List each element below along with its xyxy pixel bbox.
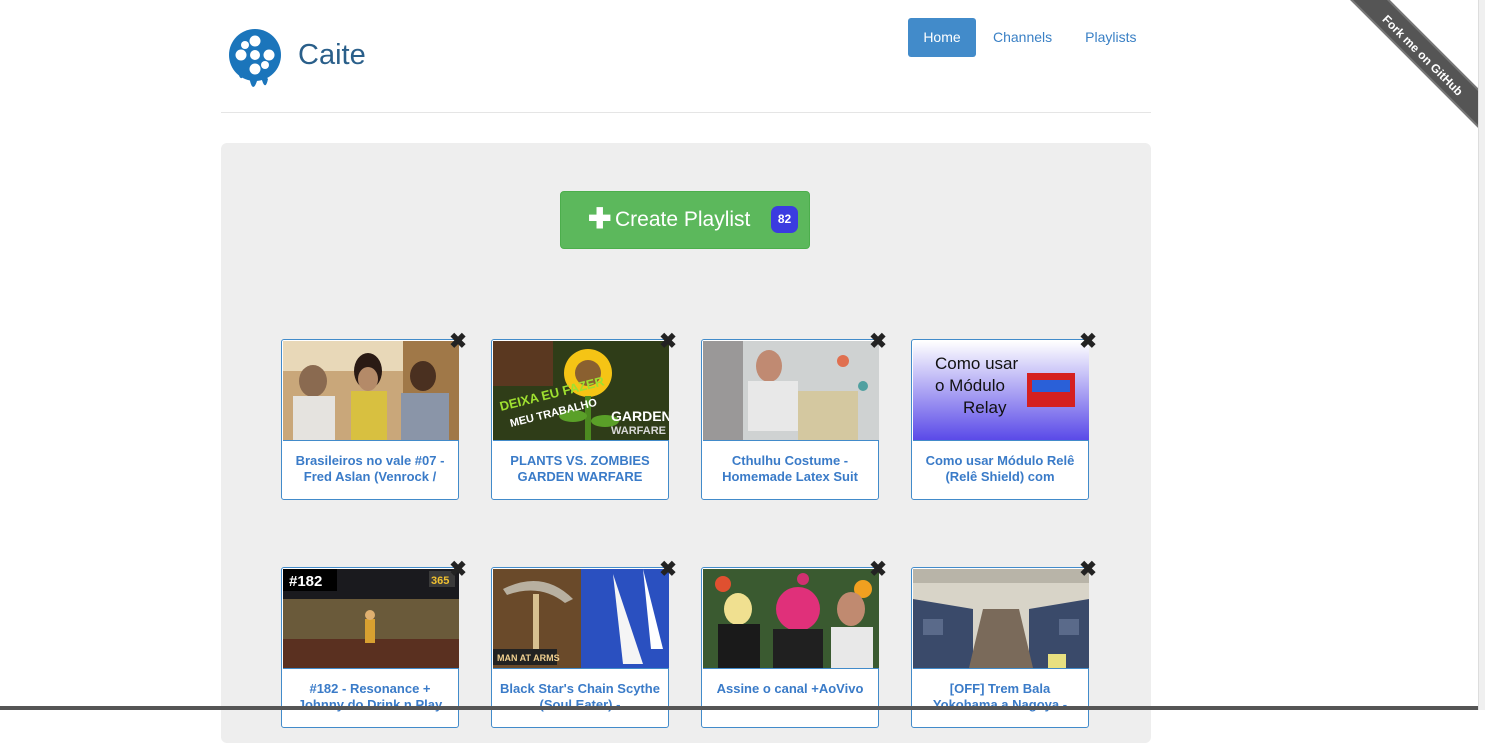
thumb-caption: GARDEN xyxy=(611,408,669,424)
nav-playlists[interactable]: Playlists xyxy=(1085,18,1136,57)
video-thumbnail[interactable] xyxy=(703,341,879,441)
github-ribbon[interactable]: Fork me on GitHub xyxy=(1329,0,1479,150)
film-reel-icon xyxy=(229,29,281,87)
video-card[interactable]: MAN AT ARMS Black Star's Chain Scythe (S… xyxy=(491,567,669,728)
create-playlist-label: Create Playlist xyxy=(615,208,751,231)
video-thumbnail[interactable]: DEIXA EU FAZER MEU TRABALHO GARDEN WARFA… xyxy=(493,341,669,441)
thumb-caption: Relay xyxy=(963,398,1007,417)
thumb-caption: Como usar xyxy=(935,354,1018,373)
window-bottom-edge xyxy=(0,706,1478,710)
main-nav: Home Channels Playlists xyxy=(908,18,1137,57)
video-title[interactable]: Como usar Módulo Relê (Relê Shield) com xyxy=(920,453,1080,485)
remove-video-icon[interactable]: ✖ xyxy=(658,559,678,580)
video-card[interactable]: Assine o canal +AoVivo xyxy=(701,567,879,728)
video-thumbnail[interactable] xyxy=(913,569,1089,669)
thumb-caption: 365 xyxy=(431,575,449,587)
remove-video-icon[interactable]: ✖ xyxy=(448,331,468,352)
video-card[interactable]: Brasileiros no vale #07 - Fred Aslan (Ve… xyxy=(281,339,459,500)
video-thumbnail[interactable]: #182 365 xyxy=(283,569,459,669)
thumb-caption: o Módulo xyxy=(935,376,1005,395)
video-card[interactable]: Cthulhu Costume - Homemade Latex Suit xyxy=(701,339,879,500)
remove-video-icon[interactable]: ✖ xyxy=(1078,559,1098,580)
remove-video-icon[interactable]: ✖ xyxy=(658,331,678,352)
brand-logo[interactable]: Caite xyxy=(228,27,368,93)
vertical-scrollbar[interactable] xyxy=(1478,0,1485,710)
remove-video-icon[interactable]: ✖ xyxy=(868,331,888,352)
video-card[interactable]: [OFF] Trem Bala Yokohama a Nagoya - xyxy=(911,567,1089,728)
remove-video-icon[interactable]: ✖ xyxy=(1078,331,1098,352)
github-ribbon-label[interactable]: Fork me on GitHub xyxy=(1339,0,1479,139)
thumb-caption: MAN AT ARMS xyxy=(497,653,560,663)
plus-icon: ✚ xyxy=(588,203,612,234)
header-divider xyxy=(221,112,1151,113)
video-thumbnail[interactable]: MAN AT ARMS xyxy=(493,569,669,669)
nav-channels[interactable]: Channels xyxy=(993,18,1052,57)
nav-home[interactable]: Home xyxy=(908,18,976,57)
video-title[interactable]: Brasileiros no vale #07 - Fred Aslan (Ve… xyxy=(290,453,450,485)
video-count-badge: 82 xyxy=(771,206,798,233)
video-thumbnail[interactable]: Como usar o Módulo Relay xyxy=(913,341,1089,441)
remove-video-icon[interactable]: ✖ xyxy=(448,559,468,580)
video-thumbnail[interactable] xyxy=(283,341,459,441)
video-card[interactable]: #182 365 #182 - Resonance + Johnny do Dr… xyxy=(281,567,459,728)
thumb-caption: WARFARE xyxy=(611,425,666,437)
video-card[interactable]: DEIXA EU FAZER MEU TRABALHO GARDEN WARFA… xyxy=(491,339,669,500)
brand-name: Caite xyxy=(298,39,366,71)
create-playlist-button[interactable]: ✚ Create Playlist 82 xyxy=(560,191,810,249)
video-thumbnail[interactable] xyxy=(703,569,879,669)
playlist-panel: ✚ Create Playlist 82 Brasileiros no vale… xyxy=(221,143,1151,743)
video-title[interactable]: PLANTS VS. ZOMBIES GARDEN WARFARE xyxy=(500,453,660,485)
remove-video-icon[interactable]: ✖ xyxy=(868,559,888,580)
video-card[interactable]: Como usar o Módulo Relay Como usar Módul… xyxy=(911,339,1089,500)
thumb-caption: #182 xyxy=(289,573,322,590)
video-title[interactable]: Cthulhu Costume - Homemade Latex Suit xyxy=(710,453,870,485)
